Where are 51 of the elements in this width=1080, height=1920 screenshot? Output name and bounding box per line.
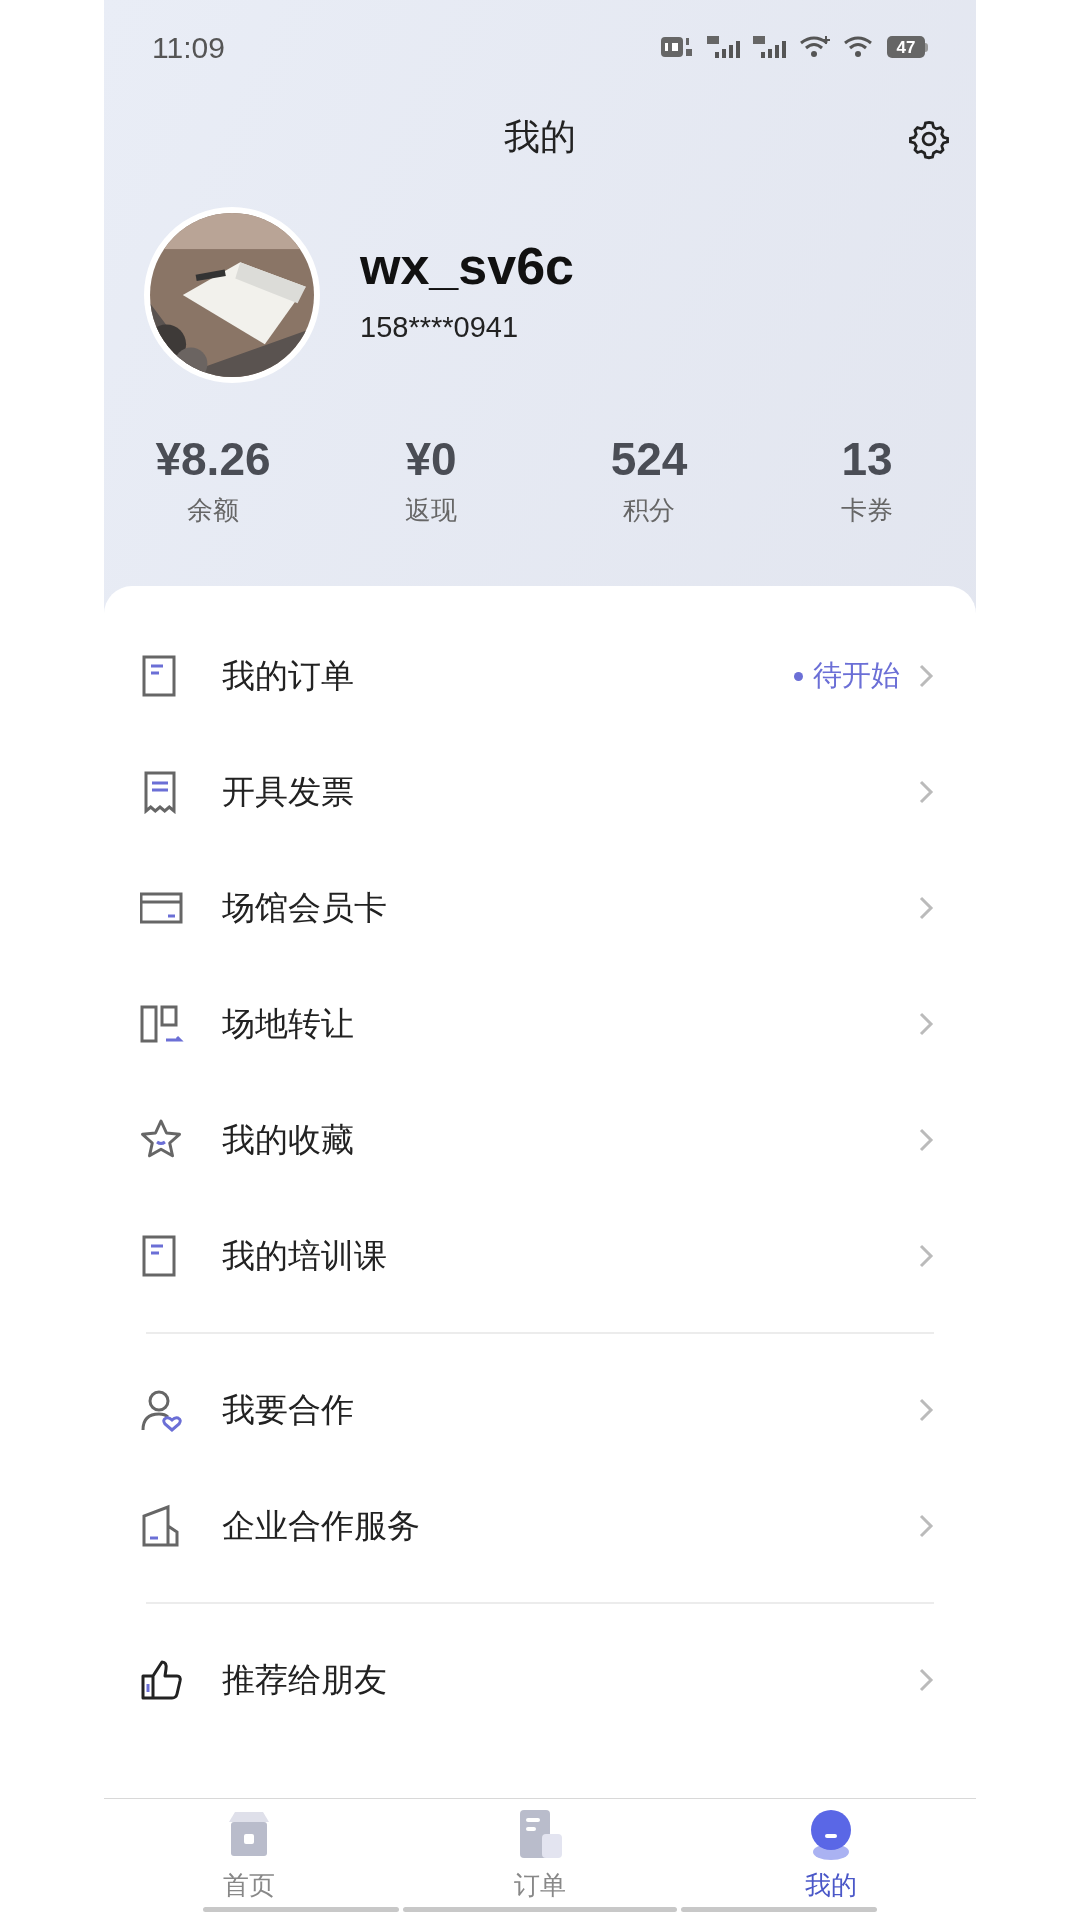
menu-label: 我的培训课 xyxy=(222,1236,388,1277)
menu-item[interactable]: 企业合作服务 xyxy=(104,1468,976,1584)
stat-value: 524 xyxy=(610,432,688,487)
menu-label: 我要合作 xyxy=(222,1390,355,1431)
menu-item[interactable]: 场馆会员卡 xyxy=(104,850,976,966)
menu-item[interactable]: 场地转让 xyxy=(104,966,976,1082)
menu-label: 我的订单 xyxy=(222,656,355,697)
chevron-right-icon xyxy=(918,1667,934,1693)
nav-tab[interactable]: 订单 xyxy=(394,1799,686,1907)
menu-label: 开具发票 xyxy=(222,772,355,813)
stat-value: 13 xyxy=(841,432,893,487)
chevron-right-icon xyxy=(918,1513,934,1539)
wifi-icon xyxy=(799,35,831,59)
menu-item[interactable]: 开具发票 xyxy=(104,734,976,850)
chevron-right-icon xyxy=(918,1011,934,1037)
menu-item[interactable]: 我要合作 xyxy=(104,1352,976,1468)
chevron-right-icon xyxy=(918,663,934,689)
signal-icon xyxy=(753,34,787,60)
status-time: 11:09 xyxy=(152,29,225,66)
stat-value: ¥0 xyxy=(405,432,457,487)
menu-label: 我的收藏 xyxy=(222,1120,355,1161)
menu-item[interactable]: 推荐给朋友 xyxy=(104,1622,976,1738)
menu-label: 推荐给朋友 xyxy=(222,1660,388,1701)
menu-item[interactable]: 我的培训课 xyxy=(104,1198,976,1314)
hd-icon xyxy=(661,35,695,59)
menu-item[interactable]: 我的收藏 xyxy=(104,1082,976,1198)
user-heart-icon xyxy=(140,1388,184,1432)
chevron-right-icon xyxy=(918,1127,934,1153)
chevron-right-icon xyxy=(918,779,934,805)
menu-item[interactable]: 我的订单 待开始 xyxy=(104,618,976,734)
chevron-right-icon xyxy=(918,1243,934,1269)
nav-tab[interactable]: 我的 xyxy=(685,1799,976,1907)
stat-label: 余额 xyxy=(187,494,239,528)
stat-label: 积分 xyxy=(623,494,675,528)
status-text: 待开始 xyxy=(813,658,900,694)
stat-label: 返现 xyxy=(405,494,457,528)
nav-tab[interactable]: 首页 xyxy=(104,1799,395,1907)
signal-icon xyxy=(707,34,741,60)
battery-icon: 47 xyxy=(887,36,928,58)
settings-icon[interactable] xyxy=(908,118,950,160)
stat-value: ¥8.26 xyxy=(155,432,271,487)
menu-label: 场馆会员卡 xyxy=(222,888,388,929)
menu-label: 场地转让 xyxy=(222,1004,355,1045)
page-title: 我的 xyxy=(504,115,576,159)
chevron-right-icon xyxy=(918,895,934,921)
chevron-right-icon xyxy=(918,1397,934,1423)
thumbs-up-icon xyxy=(140,1658,184,1702)
username: wx_sv6c xyxy=(360,240,574,293)
stat-label: 卡券 xyxy=(841,494,893,528)
phone-number: 158****0941 xyxy=(360,310,520,346)
menu-label: 企业合作服务 xyxy=(222,1506,421,1547)
